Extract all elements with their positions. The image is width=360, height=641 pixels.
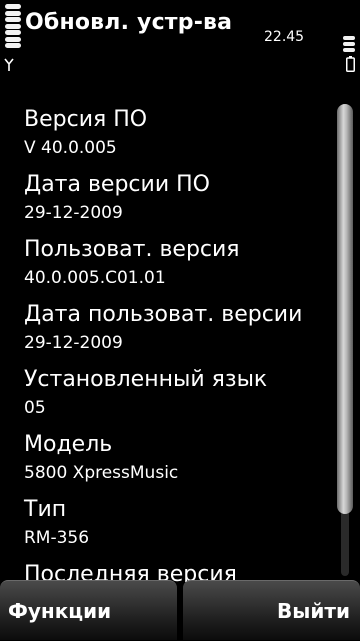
exit-softkey[interactable]: Выйти bbox=[183, 580, 360, 640]
info-label: Последняя версия bbox=[24, 562, 237, 582]
info-item-custom-version: Пользоват. версия 40.0.005.C01.01 bbox=[24, 235, 360, 291]
info-value: V 40.0.005 bbox=[24, 138, 117, 158]
battery-level-indicator bbox=[343, 36, 355, 54]
info-item-custom-version-date: Дата пользоват. версии 29-12-2009 bbox=[24, 300, 360, 356]
info-value: 29-12-2009 bbox=[24, 203, 123, 223]
info-label: Установленный язык bbox=[24, 367, 268, 392]
info-label: Пользоват. версия bbox=[24, 237, 240, 262]
info-value: RM-356 bbox=[24, 528, 90, 548]
antenna-icon bbox=[4, 58, 14, 71]
info-item-software-date: Дата версии ПО 29-12-2009 bbox=[24, 170, 360, 226]
info-item-model: Модель 5800 XpressMusic bbox=[24, 430, 360, 486]
info-value: 29-12-2009 bbox=[24, 333, 123, 353]
info-label: Дата версии ПО bbox=[24, 172, 210, 197]
info-label: Версия ПО bbox=[24, 107, 148, 132]
info-item-software-version: Версия ПО V 40.0.005 bbox=[24, 105, 360, 161]
info-label: Дата пользоват. версии bbox=[24, 302, 303, 327]
clock: 22.45 bbox=[264, 29, 305, 45]
status-bar: Обновл. устр-ва 22.45 bbox=[0, 0, 360, 96]
info-label: Модель bbox=[24, 432, 113, 457]
scrollbar[interactable] bbox=[337, 104, 353, 576]
info-item-type: Тип RM-356 bbox=[24, 495, 360, 551]
info-item-latest-version: Последняя версия bbox=[24, 560, 360, 582]
options-softkey[interactable]: Функции bbox=[0, 580, 177, 640]
app-title: Обновл. устр-ва bbox=[25, 10, 233, 35]
info-value: 5800 XpressMusic bbox=[24, 463, 179, 483]
device-info-list[interactable]: Версия ПО V 40.0.005 Дата версии ПО 29-1… bbox=[0, 96, 360, 582]
scrollbar-thumb[interactable] bbox=[337, 104, 353, 514]
info-value: 40.0.005.C01.01 bbox=[24, 268, 166, 288]
softkey-bar: Функции Выйти bbox=[0, 580, 360, 640]
info-value: 05 bbox=[24, 398, 46, 418]
battery-icon bbox=[346, 56, 355, 72]
info-item-installed-language: Установленный язык 05 bbox=[24, 365, 360, 421]
signal-strength-indicator bbox=[5, 4, 21, 50]
info-label: Тип bbox=[24, 497, 67, 522]
